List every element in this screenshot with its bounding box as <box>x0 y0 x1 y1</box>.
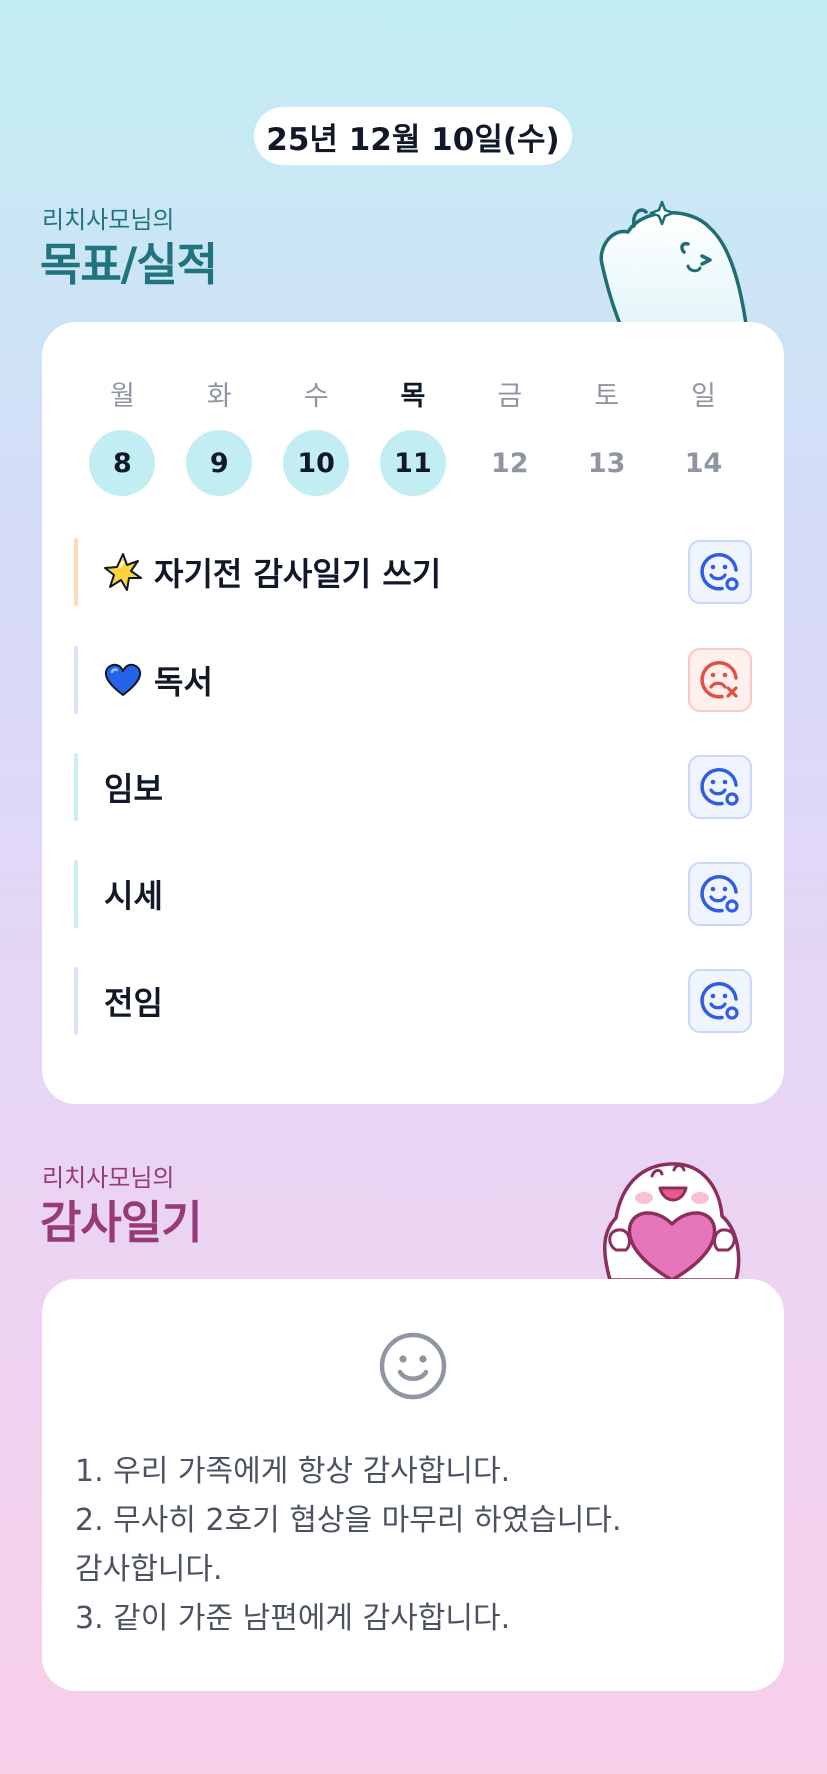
smile-check-icon <box>700 875 739 913</box>
status-done-button[interactable] <box>688 540 752 604</box>
weekday-thu: 목 <box>400 381 426 412</box>
date-row: 8 9 10 11 12 13 14 <box>74 430 752 496</box>
sad-x-icon <box>700 661 738 699</box>
date-11[interactable]: 11 <box>379 430 446 496</box>
diary-line: 3. 같이 가준 남편에게 감사합니다. <box>75 1601 511 1636</box>
goal-label: 독서 <box>154 663 213 701</box>
weekday-fri: 금 <box>497 381 523 412</box>
goal-color-bar <box>74 646 78 714</box>
date-9[interactable]: 9 <box>186 430 253 496</box>
weekday-mon: 월 <box>110 381 135 412</box>
sparkle-star-icon <box>104 553 142 591</box>
weekday-sun: 일 <box>691 381 716 412</box>
status-done-button[interactable] <box>688 862 752 926</box>
heart-mascot-icon <box>603 1162 741 1280</box>
status-failed-button[interactable] <box>688 648 752 712</box>
date-8[interactable]: 8 <box>89 430 156 496</box>
date-13[interactable]: 13 <box>574 430 640 496</box>
goal-color-bar <box>74 967 78 1035</box>
blue-heart-icon <box>104 663 142 697</box>
goal-color-bar <box>74 538 78 606</box>
goal-label: 임보 <box>104 770 163 808</box>
smile-check-icon <box>700 982 739 1020</box>
goal-label: 시세 <box>104 877 163 915</box>
diary-card: 1. 우리 가족에게 항상 감사합니다. 2. 무사히 2호기 협상을 마무리 … <box>42 1279 784 1691</box>
goal-item[interactable]: 독서 <box>74 646 752 714</box>
date-10[interactable]: 10 <box>283 430 350 496</box>
weekday-tue: 화 <box>206 381 232 412</box>
date-12[interactable]: 12 <box>477 430 543 496</box>
goal-item[interactable]: 자기전 감사일기 쓰기 <box>74 538 752 606</box>
smile-check-icon <box>700 553 739 591</box>
diary-line: 2. 무사히 2호기 협상을 마무리 하였습니다. <box>75 1503 622 1538</box>
smile-face-icon <box>379 1332 447 1400</box>
diary-line: 감사합니다. <box>75 1552 223 1587</box>
date-display[interactable]: 25년 12월 10일(수) <box>254 107 572 165</box>
goals-section-title: 목표/실적 <box>40 238 218 291</box>
ghost-mascot-icon <box>599 200 748 324</box>
goal-color-bar <box>74 860 78 928</box>
weekday-wed: 수 <box>303 381 329 412</box>
weekday-sat: 토 <box>594 381 620 412</box>
goal-color-bar <box>74 753 78 821</box>
goal-label: 자기전 감사일기 쓰기 <box>154 555 442 593</box>
goal-label: 전임 <box>104 984 163 1022</box>
smile-check-icon <box>700 768 739 806</box>
diary-section-title: 감사일기 <box>40 1196 203 1249</box>
date-14[interactable]: 14 <box>670 430 736 496</box>
diary-line: 1. 우리 가족에게 항상 감사합니다. <box>75 1454 511 1489</box>
diary-text: 1. 우리 가족에게 항상 감사합니다. 2. 무사히 2호기 협상을 마무리 … <box>75 1447 622 1643</box>
goal-item[interactable]: 전임 <box>74 967 752 1035</box>
status-done-button[interactable] <box>688 755 752 819</box>
goal-item[interactable]: 임보 <box>74 753 752 821</box>
goal-item[interactable]: 시세 <box>74 860 752 928</box>
goals-card: 월 화 수 목 금 토 일 8 9 10 11 12 13 14 자기전 감사일… <box>42 322 784 1104</box>
status-done-button[interactable] <box>688 969 752 1033</box>
weekday-row: 월 화 수 목 금 토 일 <box>74 374 752 413</box>
